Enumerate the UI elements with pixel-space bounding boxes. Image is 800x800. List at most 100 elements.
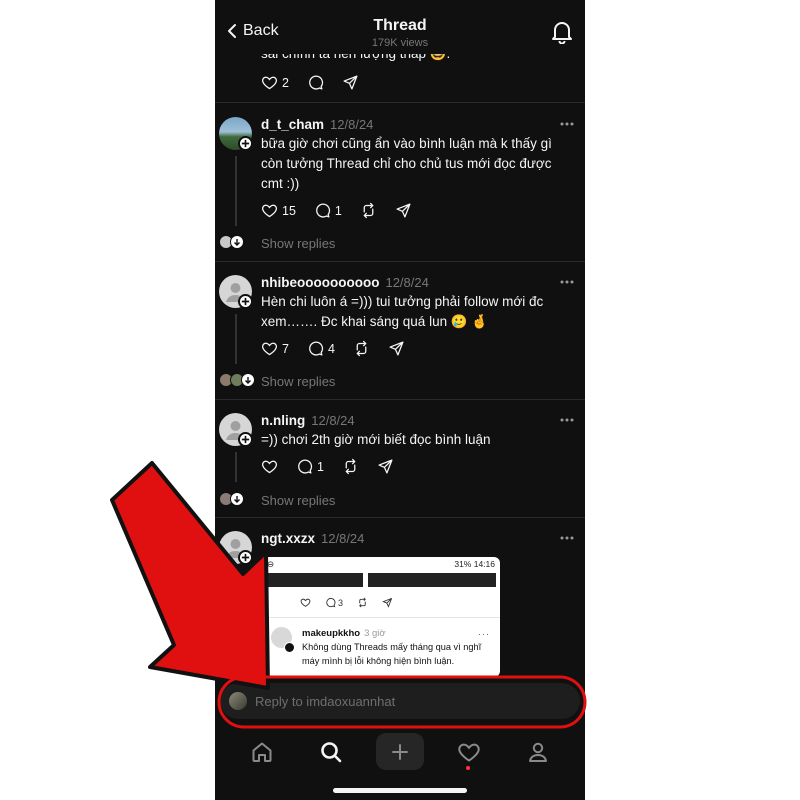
show-replies-link[interactable]: Show replies (261, 374, 335, 389)
bell-icon[interactable] (551, 20, 573, 44)
like-count: 2 (282, 75, 289, 90)
post-actions: 7 4 (261, 340, 423, 357)
home-indicator (333, 788, 467, 793)
profile-icon (529, 742, 547, 762)
nav-profile[interactable] (524, 738, 552, 766)
post-text-line: cmt :)) (261, 176, 300, 191)
follow-plus-icon[interactable] (238, 550, 253, 565)
home-icon (252, 742, 272, 762)
like-button[interactable]: 7 (261, 340, 289, 357)
heart-icon (262, 460, 277, 474)
embedded-user-line: makeupkkho 3 giờ (302, 628, 386, 639)
more-options-icon[interactable] (559, 417, 575, 423)
share-button[interactable] (342, 74, 359, 91)
nav-search[interactable] (317, 738, 345, 766)
embedded-image-thumb (368, 573, 496, 587)
post-actions: 1 (261, 458, 412, 475)
comment-button[interactable]: 1 (314, 202, 342, 219)
show-replies-link[interactable]: Show replies (261, 236, 335, 251)
reply-count: 1 (317, 459, 324, 474)
search-icon (321, 742, 342, 763)
post-header: n.nling 12/8/24 (261, 413, 355, 428)
repost-icon (345, 458, 356, 475)
more-options-icon[interactable] (559, 535, 575, 541)
like-button[interactable]: 2 (261, 74, 289, 91)
plus-icon (392, 743, 408, 760)
post-header: nhibeoooooooooo 12/8/24 (261, 275, 429, 290)
like-count: 7 (282, 341, 289, 356)
nav-new-post[interactable] (376, 733, 424, 770)
nav-activity[interactable] (455, 738, 483, 766)
show-replies-link[interactable]: Show replies (261, 493, 335, 508)
comment-icon (298, 459, 313, 474)
post-date: 12/8/24 (385, 275, 429, 290)
thread-line (235, 314, 237, 364)
embedded-divider (262, 617, 500, 618)
heart-icon (262, 204, 277, 218)
post-actions: 15 1 (261, 202, 430, 219)
phone-screen: sai chính tả nên lượng thấp 🤓. 2 d_t_cha… (215, 0, 585, 800)
divider (215, 102, 585, 103)
like-button[interactable] (261, 458, 278, 475)
follow-plus-icon[interactable] (238, 432, 253, 447)
post-text-line: Hèn chi luôn á =))) tui tưởng phải follo… (261, 294, 544, 309)
expand-down-icon[interactable] (230, 235, 244, 249)
send-icon (378, 459, 393, 474)
page-title: Thread (373, 17, 427, 34)
heart-icon (262, 342, 277, 356)
follow-plus-icon[interactable] (238, 294, 253, 309)
notification-dot (466, 766, 470, 770)
repost-button[interactable] (353, 340, 370, 357)
post-text-line: còn tưởng Thread chỉ cho chủ tus mới đọc… (261, 156, 552, 171)
username[interactable]: ngt.xxzx (261, 531, 315, 546)
heart-icon (262, 76, 277, 90)
reply-avatar (229, 692, 247, 710)
like-button[interactable]: 15 (261, 202, 296, 219)
share-button[interactable] (377, 458, 394, 475)
expand-down-icon[interactable] (230, 492, 244, 506)
comment-icon (309, 75, 324, 90)
reply-avatars (219, 492, 244, 506)
thread-header: Back Thread 179K views (215, 0, 585, 54)
follow-plus-icon[interactable] (238, 136, 253, 151)
comment-icon (316, 203, 331, 218)
username[interactable]: d_t_cham (261, 117, 324, 132)
reply-bar[interactable] (220, 683, 580, 719)
embedded-reply-count: 3 (338, 597, 344, 608)
like-count: 15 (282, 203, 296, 218)
post-date: 12/8/24 (330, 117, 374, 132)
embedded-comment-icon: 3 (325, 597, 343, 608)
comment-icon (309, 341, 324, 356)
repost-button[interactable] (360, 202, 377, 219)
embedded-repost-icon (357, 597, 368, 608)
reply-avatars (219, 235, 244, 249)
post-header: d_t_cham 12/8/24 (261, 117, 373, 132)
comment-button[interactable]: 1 (296, 458, 324, 475)
embedded-more-icon: ··· (478, 629, 490, 639)
reply-input[interactable] (255, 693, 555, 709)
more-options-icon[interactable] (559, 279, 575, 285)
comment-button[interactable] (307, 74, 324, 91)
post-text-line: xem……. Đc khai sáng quá lun 🥲 🤞 (261, 314, 489, 329)
more-options-icon[interactable] (559, 121, 575, 127)
embedded-text-line: máy mình bị lỗi không hiện bình luận. (302, 656, 455, 666)
username[interactable]: nhibeoooooooooo (261, 275, 379, 290)
send-icon (396, 203, 411, 218)
nav-home[interactable] (248, 738, 276, 766)
repost-button[interactable] (342, 458, 359, 475)
thread-line (235, 156, 237, 226)
divider (215, 517, 585, 518)
divider (215, 399, 585, 400)
repost-icon (363, 202, 374, 219)
expand-down-icon[interactable] (241, 373, 255, 387)
post-text-line: bữa giờ chơi cũng ẩn vào bình luận mà k … (261, 136, 552, 151)
embedded-actions: 3 (300, 597, 407, 608)
embedded-status-bar: ⊖ 31% 14:16 (262, 557, 500, 571)
share-button[interactable] (388, 340, 405, 357)
divider (215, 261, 585, 262)
username[interactable]: n.nling (261, 413, 305, 428)
share-button[interactable] (395, 202, 412, 219)
comment-button[interactable]: 4 (307, 340, 335, 357)
attached-screenshot[interactable]: ⊖ 31% 14:16 3 makeupkkho 3 giờ ··· Không… (262, 557, 500, 677)
embedded-minus-icon: ⊖ (267, 558, 275, 569)
